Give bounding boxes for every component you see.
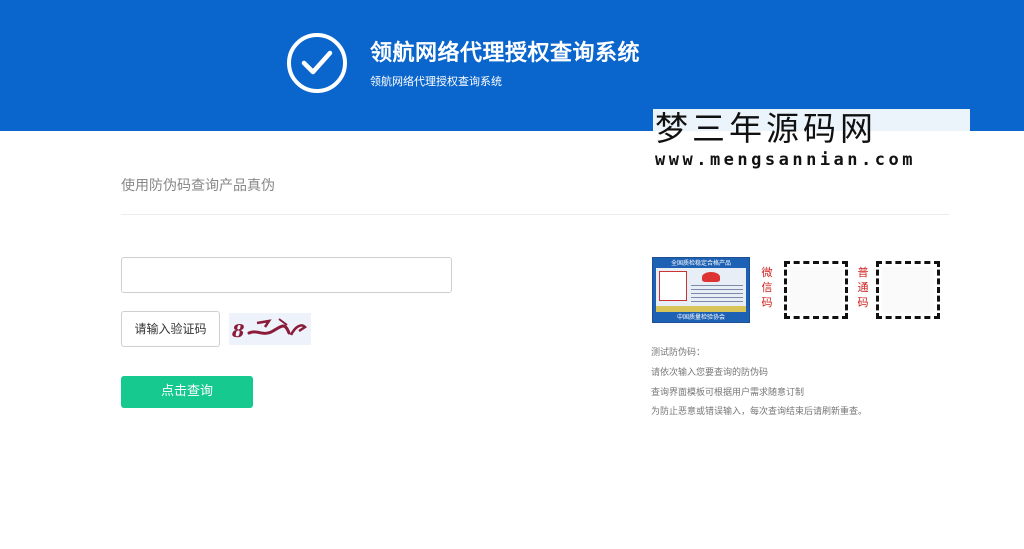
qr-area [790, 267, 842, 313]
section-title: 使用防伪码查询产品真伪 [121, 178, 275, 194]
info-line: 为防止恶意或错误输入，每次查询结束后请刷新重查。 [651, 407, 868, 417]
wechat-label-char: 信 [761, 281, 773, 294]
watermark-url: www.mengsannian.com [655, 150, 916, 170]
wechat-label-char: 码 [761, 296, 773, 309]
test-code-heading: 测试防伪码： [651, 348, 706, 358]
watermark-logo: 梦三年源码网 www.mengsannian.com [653, 109, 970, 175]
watermark-title: 梦三年源码网 [655, 109, 877, 148]
query-button[interactable]: 点击查询 [121, 376, 253, 408]
certificate-body [656, 268, 746, 306]
check-circle-icon [287, 33, 347, 93]
captcha-input[interactable]: 请输入验证码 [121, 311, 220, 347]
anti-counterfeit-code-input[interactable] [121, 257, 452, 293]
site-title: 领航网络代理授权查询系统 [370, 41, 641, 66]
certificate-image: 全国质检稳定合格产品 中国质量检验协会 [652, 257, 750, 323]
normal-qr-code [876, 261, 940, 319]
normal-label-char: 码 [857, 296, 869, 309]
qr-area [882, 267, 934, 313]
divider [121, 214, 949, 215]
captcha-image[interactable]: 8 [229, 313, 311, 345]
wechat-qr-code [784, 261, 848, 319]
certificate-bottom-text: 中国质量检验协会 [676, 314, 725, 321]
certificate-qr [659, 271, 687, 301]
info-line: 请依次输入您要查询的防伪码 [651, 368, 769, 378]
wechat-label-char: 微 [761, 266, 773, 279]
wechat-code-label: 微 信 码 [760, 265, 774, 310]
certificate-top-text: 全国质检稳定合格产品 [670, 260, 731, 267]
normal-label-char: 通 [857, 281, 869, 294]
info-line: 查询界面模板可根据用户需求随意订制 [651, 388, 805, 398]
certificate-emblem-icon [702, 272, 720, 282]
site-subtitle: 领航网络代理授权查询系统 [370, 75, 502, 88]
normal-label-char: 普 [857, 266, 869, 279]
certificate-band [656, 306, 746, 312]
certificate-text-lines [691, 285, 743, 303]
svg-text:8: 8 [231, 321, 245, 342]
normal-code-label: 普 通 码 [856, 265, 870, 310]
